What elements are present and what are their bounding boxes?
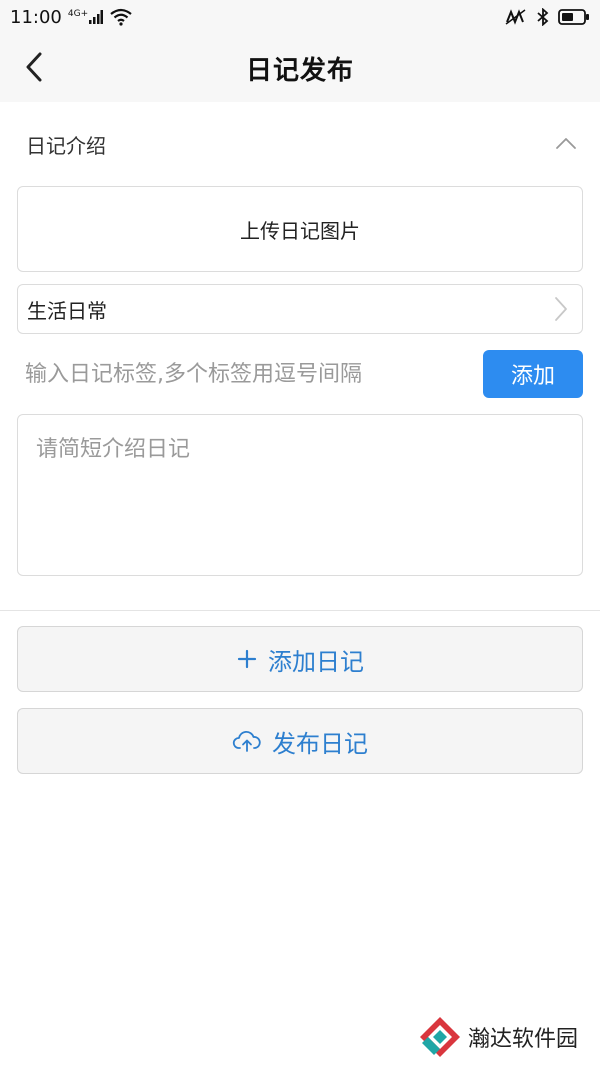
upload-image-label: 上传日记图片 <box>240 218 360 243</box>
chevron-up-icon[interactable] <box>554 132 578 156</box>
cloud-upload-icon <box>232 730 261 752</box>
add-diary-label: 添加日记 <box>268 647 364 676</box>
plus-icon <box>237 649 257 669</box>
battery-icon <box>558 9 589 25</box>
chevron-left-icon <box>26 52 42 82</box>
bluetooth-icon <box>537 8 549 26</box>
wifi-icon <box>110 8 132 26</box>
status-left: 11:00 4G+ <box>10 7 133 28</box>
publish-diary-label: 发布日记 <box>272 729 368 758</box>
signal-icon <box>89 10 104 24</box>
publish-diary-button[interactable]: 发布日记 <box>17 708 583 774</box>
brand-logo-icon <box>419 1017 460 1057</box>
watermark: 瀚达软件园 <box>418 1015 578 1059</box>
nfc-icon <box>505 9 526 25</box>
status-time: 11:00 <box>10 6 62 28</box>
add-tag-button[interactable]: 添加 <box>483 350 583 398</box>
status-bar: 11:00 4G+ <box>0 0 600 34</box>
network-indicator: 4G+ <box>67 9 104 24</box>
page-title: 日记发布 <box>245 55 354 86</box>
back-button[interactable] <box>18 50 54 86</box>
add-diary-button[interactable]: 添加日记 <box>17 626 583 692</box>
section-title: 日记介绍 <box>26 133 106 158</box>
section-divider <box>0 610 600 611</box>
intro-box <box>17 414 583 576</box>
navigation-bar: 日记发布 <box>0 34 600 102</box>
diary-intro-section-header[interactable]: 日记介绍 <box>0 102 600 186</box>
status-right <box>504 8 590 26</box>
tag-input[interactable] <box>17 352 483 396</box>
upload-image-button[interactable]: 上传日记图片 <box>17 186 583 272</box>
watermark-text: 瀚达软件园 <box>467 1027 578 1052</box>
category-selector[interactable]: 生活日常 <box>17 284 583 334</box>
chevron-right-icon <box>555 297 567 321</box>
category-value: 生活日常 <box>27 298 107 323</box>
intro-textarea[interactable] <box>18 415 582 575</box>
network-label: 4G+ <box>67 9 89 19</box>
tag-row: 添加 <box>17 350 583 398</box>
